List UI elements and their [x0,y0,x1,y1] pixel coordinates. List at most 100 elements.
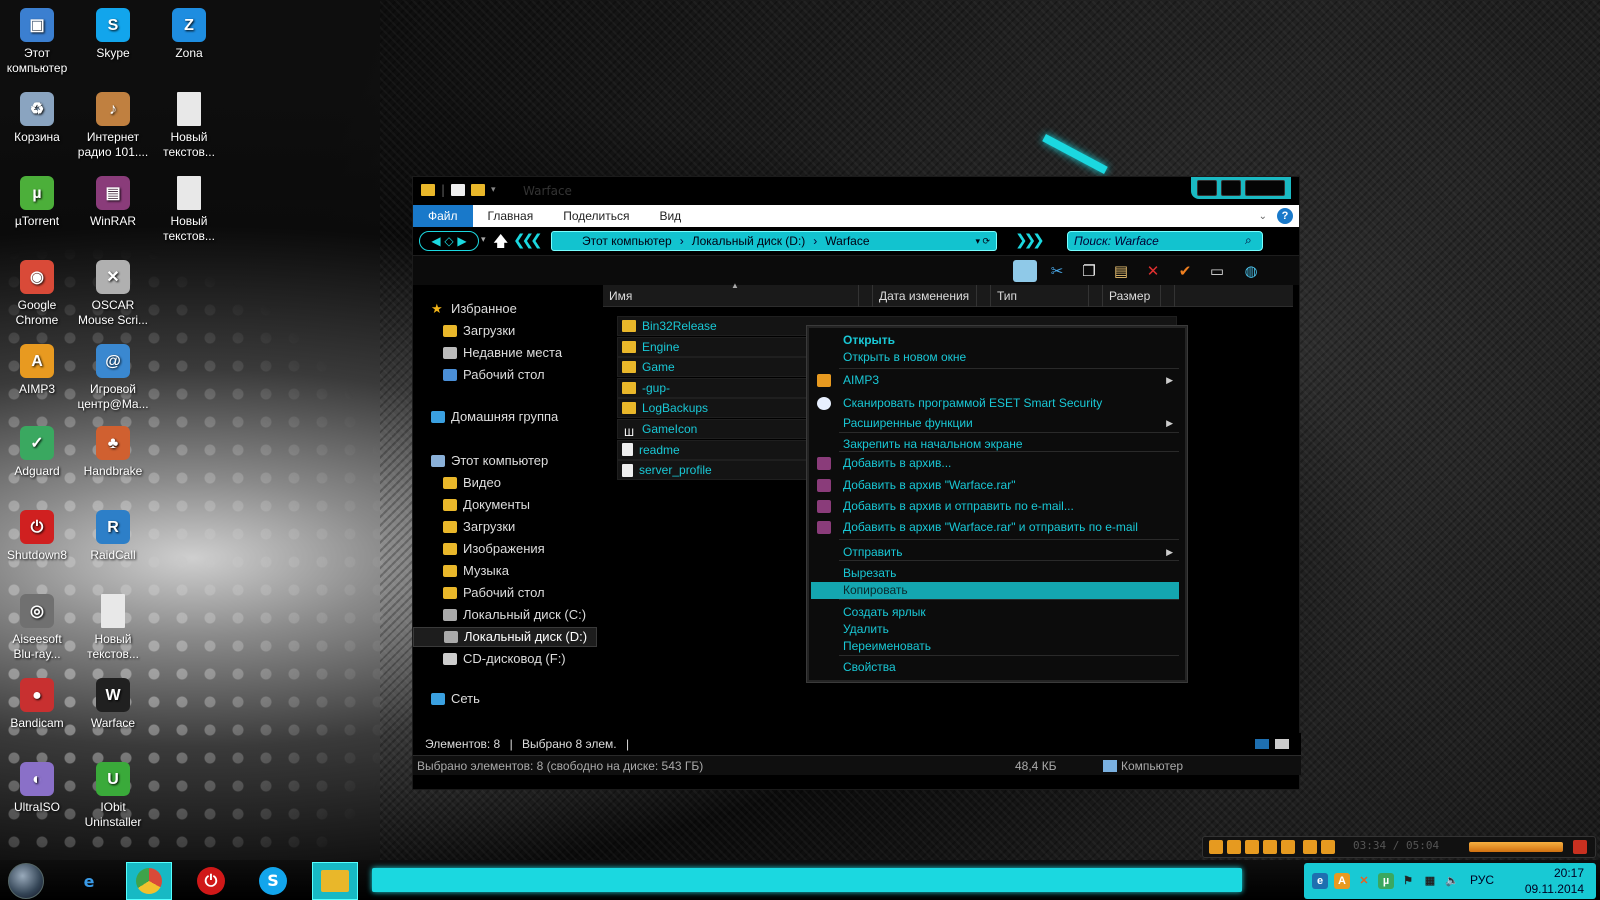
context-menu-item[interactable]: Свойства [811,659,1179,676]
language-indicator[interactable]: РУС [1470,873,1494,887]
desktop-icon-item[interactable]: S Skype [76,2,150,61]
globe-icon[interactable]: ◍ [1239,260,1263,282]
copy-icon[interactable]: ❐ [1077,260,1101,282]
nav-item[interactable]: Документы [443,495,530,515]
nav-item[interactable]: Видео [443,473,501,493]
aimp-tray-icon[interactable]: A [1334,873,1350,889]
context-menu-item[interactable]: Добавить в архив и отправить по e-mail..… [811,498,1179,515]
start-button[interactable] [8,863,44,899]
desktop-icon-item[interactable]: ◐ UltraISO [0,756,74,815]
desktop-icon-item[interactable]: W Warface [76,672,150,731]
column-date-modified[interactable]: Дата изменения [873,285,977,307]
clock[interactable]: 20:17 09.11.2014 [1525,865,1584,897]
column-date-filter-icon[interactable] [977,285,991,307]
nav-item[interactable]: Сеть [431,689,480,709]
nav-item[interactable]: Загрузки [443,517,515,537]
player-volume-bar[interactable] [1469,842,1563,852]
internet-explorer-icon[interactable]: e [66,862,112,900]
nav-item[interactable]: Локальный диск (C:) [443,605,586,625]
desktop-icon-item[interactable]: Новый текстов... [76,588,150,662]
action-center-flag-icon[interactable]: ⚑ [1400,873,1416,889]
volume-icon[interactable]: 🔈 [1444,873,1460,889]
up-arrow-icon[interactable]: 🡅 [493,231,508,256]
address-dropdown-icon[interactable]: ▾ ⟳ [975,236,990,247]
desktop-icon-item[interactable]: ♪ Интернет радио 101.... [76,86,150,160]
chrome-icon[interactable] [126,862,172,900]
desktop-icon-item[interactable]: ● Bandicam [0,672,74,731]
desktop-icon-item[interactable]: ▤ WinRAR [76,170,150,229]
large-icons-view-icon[interactable] [1275,739,1289,749]
column-name-filter-icon[interactable] [859,285,873,307]
nav-item[interactable]: Загрузки [443,321,515,341]
nav-item[interactable]: CD-дисковод (F:) [443,649,566,669]
stop-icon[interactable] [1245,840,1259,854]
context-menu-item[interactable]: Добавить в архив... [811,455,1179,472]
nav-item[interactable]: Музыка [443,561,509,581]
nav-item[interactable]: Домашняя группа [431,407,558,427]
shuffle-icon[interactable] [1321,840,1335,854]
desktop-icon-item[interactable]: R RaidCall [76,504,150,563]
title-bar[interactable]: | ▾ Warface [413,177,1299,205]
context-menu-item[interactable]: Открыть [811,332,1179,349]
details-view-icon[interactable] [1255,739,1269,749]
context-menu-item[interactable]: Закрепить на начальном экране [811,436,1179,453]
search-input[interactable]: Поиск: Warface [1067,231,1263,251]
skype-icon[interactable]: S [250,862,296,900]
desktop-icon-item[interactable]: ⏻ Shutdown8 [0,504,74,563]
address-part-folder[interactable]: Warface [825,234,869,248]
repeat-icon[interactable] [1303,840,1317,854]
paste-icon[interactable]: ▤ [1109,260,1133,282]
tab-home[interactable]: Главная [473,205,549,227]
address-bar[interactable]: Этот компьютер › Локальный диск (D:) › W… [551,231,997,251]
back-forward-buttons[interactable]: ◀ ◇ ▶ [419,231,479,251]
context-menu-item[interactable]: Отправить ▶ [811,544,1179,561]
desktop-icon-item[interactable]: A AIMP3 [0,338,74,397]
desktop-icon-item[interactable]: ◎ Aiseesoft Blu-ray... [0,588,74,662]
cut-icon[interactable]: ✂ [1045,260,1069,282]
nav-item[interactable]: ★ Избранное [431,299,517,319]
next-icon[interactable] [1281,840,1295,854]
desktop-icon-item[interactable]: ♣ Handbrake [76,420,150,479]
desktop-icon-item[interactable]: ✕ OSCAR Mouse Scri... [76,254,150,328]
nav-item[interactable]: Локальный диск (D:) [413,627,597,647]
context-menu-item[interactable]: Расширенные функции ▶ [811,415,1179,432]
context-menu-item[interactable]: Создать ярлык [811,604,1179,621]
properties-icon[interactable] [451,184,466,196]
desktop-icon-item[interactable]: ◉ Google Chrome [0,254,74,328]
desktop-icon-item[interactable]: ♻ Корзина [0,86,74,145]
maximize-button[interactable] [1221,180,1241,196]
close-button[interactable] [1245,180,1285,196]
address-part-computer[interactable]: Этот компьютер [582,234,672,248]
context-menu-item[interactable]: Открыть в новом окне [811,349,1179,366]
layout-icon[interactable] [1013,260,1037,282]
expand-ribbon-icon[interactable]: ⌄ [1259,211,1267,222]
help-icon[interactable]: ? [1277,208,1293,224]
context-menu-item[interactable]: AIMP3 ▶ [811,372,1179,389]
recent-locations-icon[interactable]: ▾ [481,235,486,245]
column-size[interactable]: Размер [1103,285,1161,307]
file-explorer-icon[interactable] [312,862,358,900]
properties-icon[interactable]: ▭ [1205,260,1229,282]
delete-icon[interactable]: ✕ [1141,260,1165,282]
context-menu-item[interactable]: Сканировать программой ESET Smart Securi… [811,395,1179,412]
previous-icon[interactable] [1263,840,1277,854]
nav-item[interactable]: Рабочий стол [443,583,545,603]
pause-icon[interactable] [1227,840,1241,854]
minimize-button[interactable] [1197,180,1217,196]
player-close-icon[interactable] [1573,840,1587,854]
rename-icon[interactable]: ✔ [1173,260,1197,282]
tab-share[interactable]: Поделиться [548,205,644,227]
network-tray-icon[interactable]: ▦ [1422,873,1438,889]
column-size-filter-icon[interactable] [1161,285,1175,307]
shutdown-icon[interactable]: ⏻ [188,862,234,900]
desktop-icon-item[interactable]: Новый текстов... [152,86,226,160]
context-menu-item[interactable]: Вырезать [811,565,1179,582]
context-menu-item[interactable]: Копировать [811,582,1179,599]
nav-item[interactable]: Недавние места [443,343,562,363]
new-folder-icon[interactable] [471,184,486,196]
context-menu-item[interactable]: Удалить [811,621,1179,638]
utorrent-tray-icon[interactable]: µ [1378,873,1394,889]
desktop-icon-item[interactable]: Z Zona [152,2,226,61]
desktop-icon-item[interactable]: µ µTorrent [0,170,74,229]
desktop-icon-item[interactable]: U IObit Uninstaller [76,756,150,830]
